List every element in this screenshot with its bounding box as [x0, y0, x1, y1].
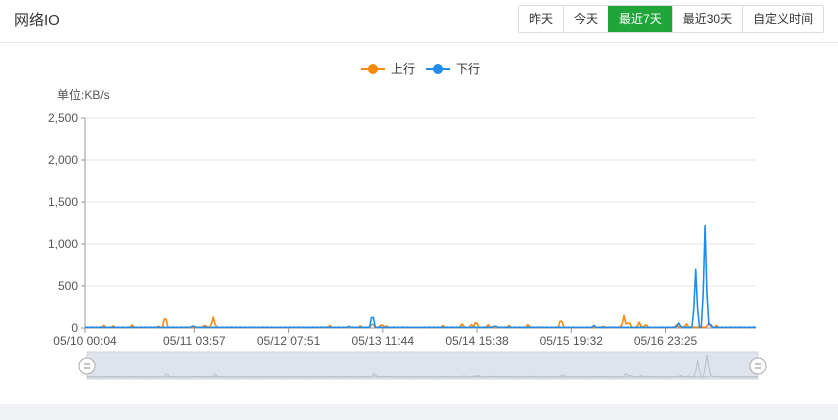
- x-tick-label: 05/13 11:44: [352, 334, 415, 348]
- panel-footer-strip: [0, 404, 838, 420]
- x-tick-label: 05/14 15:38: [445, 334, 509, 348]
- y-tick-label: 2,000: [48, 153, 78, 167]
- legend-item-up[interactable]: 上行: [361, 62, 415, 76]
- legend-label-up: 上行: [391, 62, 415, 76]
- x-tick-label: 05/10 00:04: [53, 334, 117, 348]
- network-io-panel: 网络IO 昨天 今天 最近7天 最近30天 自定义时间 上行 下行 单位:KB/…: [0, 0, 838, 404]
- zoom-handle-right[interactable]: [749, 357, 767, 375]
- network-io-chart: 上行 下行 单位:KB/s 2,500 2,000 1,500 1,000 500 0 0…: [48, 62, 767, 380]
- y-tick-label: 1,500: [48, 195, 78, 209]
- y-tick-label: 1,000: [48, 237, 78, 251]
- legend-item-down[interactable]: 下行: [426, 62, 480, 76]
- y-axis-unit-label: 单位:KB/s: [57, 87, 110, 102]
- chart-legend[interactable]: 上行 下行: [361, 62, 480, 76]
- y-axis-ticks: 2,500 2,000 1,500 1,000 500 0: [48, 111, 86, 335]
- grid-lines: [85, 117, 756, 329]
- x-tick-label: 05/15 19:32: [540, 334, 604, 348]
- data-zoom-slider[interactable]: [78, 351, 767, 380]
- legend-label-down: 下行: [456, 62, 480, 76]
- y-tick-label: 0: [71, 321, 78, 335]
- series-line-down: [84, 224, 757, 329]
- y-tick-label: 500: [58, 279, 78, 293]
- zoom-handle-left[interactable]: [78, 357, 96, 375]
- x-tick-label: 05/16 23:25: [634, 334, 698, 348]
- series-lines: [84, 224, 757, 329]
- series-line-up: [84, 314, 757, 329]
- x-axis-ticks: 05/10 00:04 05/11 03:57 05/12 07:51 05/13 1…: [53, 328, 698, 348]
- x-tick-label: 05/12 07:51: [257, 334, 321, 348]
- x-tick-label: 05/11 03:57: [163, 334, 226, 348]
- y-tick-label: 2,500: [48, 111, 78, 125]
- zoom-track[interactable]: [86, 351, 759, 380]
